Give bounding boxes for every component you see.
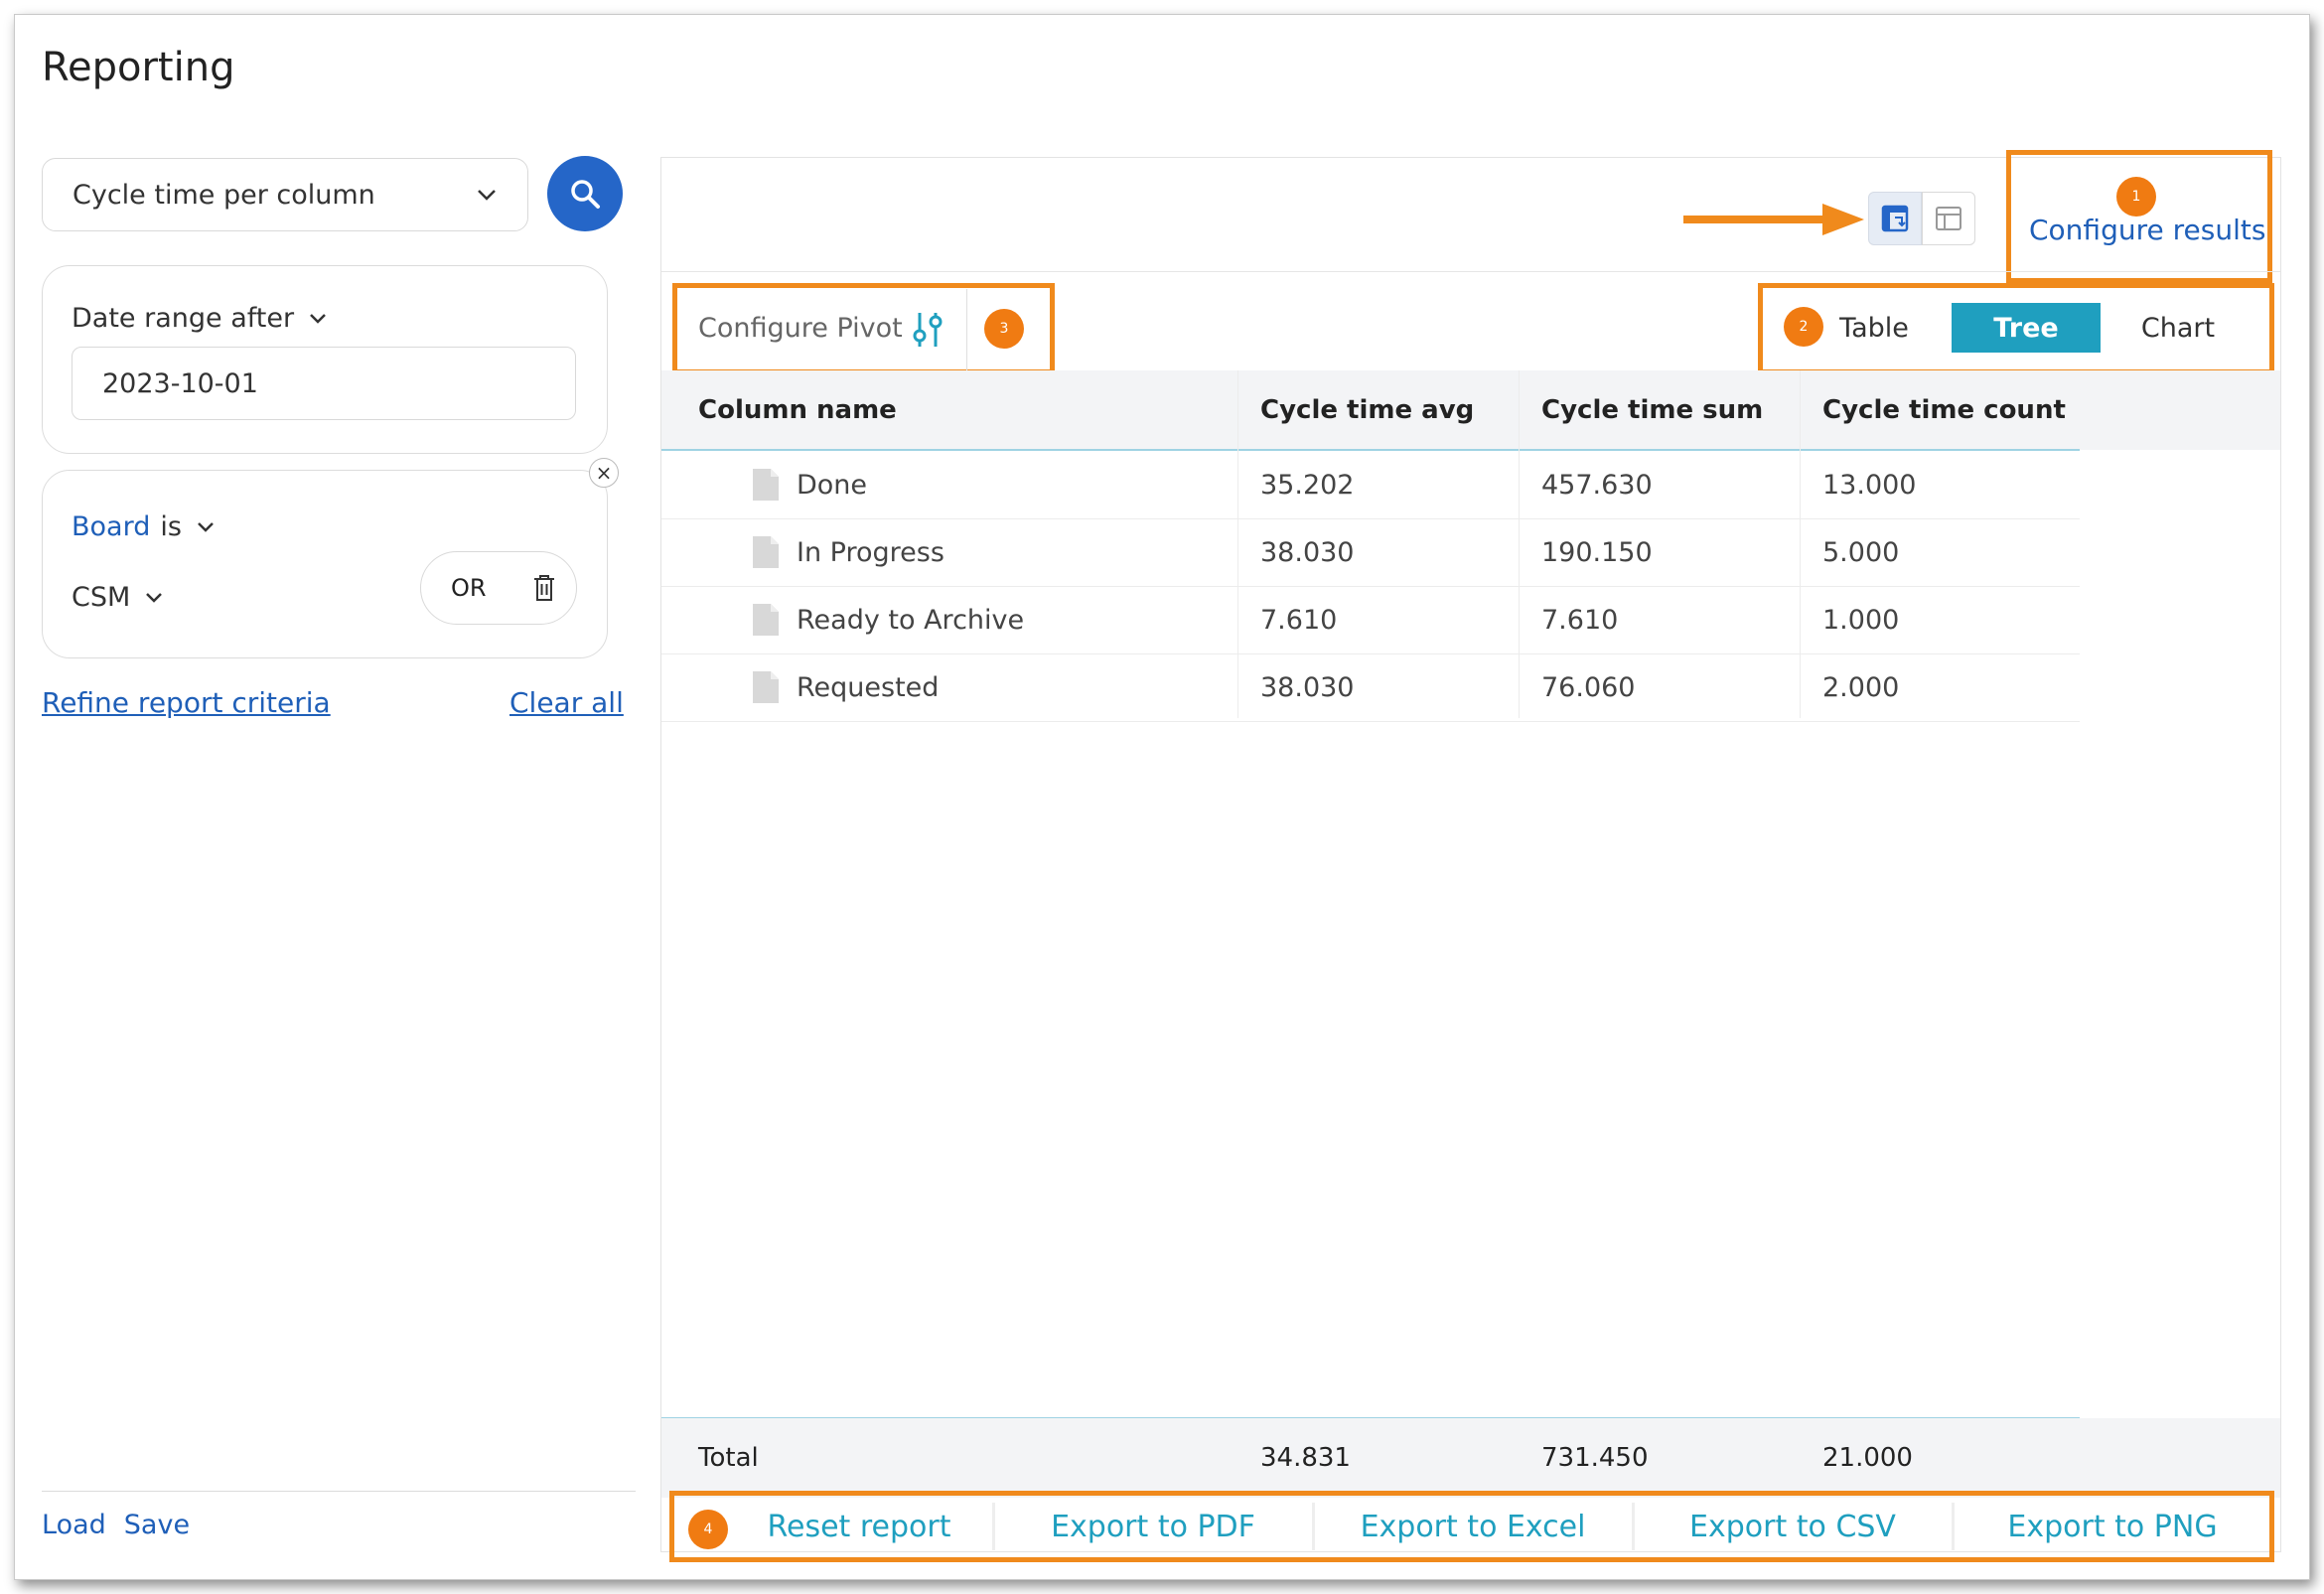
chevron-down-icon [146, 592, 163, 603]
date-input[interactable]: 2023-10-01 [72, 347, 576, 420]
date-filter-label: Date range after [72, 303, 295, 334]
chevron-down-icon [310, 313, 326, 324]
remove-filter-button[interactable]: × [589, 458, 619, 488]
row-avg: 7.610 [1260, 604, 1338, 636]
chevron-down-icon [198, 521, 214, 532]
row-sum: 190.150 [1541, 536, 1653, 568]
row-avg: 35.202 [1260, 469, 1355, 501]
row-name: Done [797, 469, 868, 501]
pivot-divider [966, 289, 967, 370]
load-save-links: Load Save [42, 1510, 190, 1540]
file-icon [753, 536, 779, 568]
table-view-toggle[interactable] [1922, 192, 1975, 245]
action-separator [1312, 1503, 1315, 1550]
export-csv-button[interactable]: Export to CSV [1638, 1496, 1948, 1557]
table-row[interactable]: In Progress 38.030 190.150 5.000 [661, 518, 2080, 587]
mode-chart[interactable]: Chart [2128, 303, 2228, 353]
row-avg: 38.030 [1260, 671, 1355, 703]
table-row[interactable]: Ready to Archive 7.610 7.610 1.000 [661, 586, 2080, 654]
export-pdf-button[interactable]: Export to PDF [998, 1496, 1308, 1557]
trash-icon[interactable] [532, 574, 556, 602]
row-count: 13.000 [1822, 469, 1917, 501]
save-link[interactable]: Save [124, 1510, 190, 1540]
clear-all-link[interactable]: Clear all [509, 686, 624, 719]
total-row [661, 1418, 2280, 1498]
callout-badge: 3 [984, 309, 1024, 349]
file-icon [753, 469, 779, 501]
total-sum: 731.450 [1541, 1443, 1649, 1473]
mode-table[interactable]: Table [1824, 303, 1924, 353]
callout-badge: 4 [688, 1510, 728, 1549]
row-name: Ready to Archive [797, 604, 1025, 636]
row-sum: 76.060 [1541, 671, 1636, 703]
load-link[interactable]: Load [42, 1510, 106, 1540]
date-input-value: 2023-10-01 [102, 367, 258, 399]
configure-results-link[interactable]: Configure results [2029, 214, 2265, 246]
callout-badge: 2 [1784, 307, 1823, 347]
total-count: 21.000 [1822, 1443, 1913, 1473]
row-count: 2.000 [1822, 671, 1900, 703]
file-icon [753, 604, 779, 636]
table-row[interactable]: Done 35.202 457.630 13.000 [661, 451, 2080, 519]
file-icon [753, 671, 779, 703]
configure-pivot-button[interactable]: Configure Pivot [698, 313, 903, 344]
board-filter-label-row[interactable]: Board is [72, 511, 216, 542]
board-filter-operator: is [160, 511, 182, 542]
search-button[interactable] [547, 156, 623, 231]
search-icon [571, 180, 600, 209]
total-avg: 34.831 [1260, 1443, 1351, 1473]
report-type-select[interactable]: Cycle time per column [42, 158, 528, 231]
column-header-avg[interactable]: Cycle time avg [1260, 370, 1474, 450]
pivot-view-toggle[interactable] [1868, 192, 1922, 245]
mode-tree[interactable]: Tree [1952, 303, 2101, 353]
row-sum: 7.610 [1541, 604, 1619, 636]
export-excel-button[interactable]: Export to Excel [1318, 1496, 1628, 1557]
action-separator [1952, 1503, 1955, 1550]
row-name: In Progress [797, 536, 944, 568]
date-filter-label-row[interactable]: Date range after [72, 303, 328, 334]
callout-badge: 1 [2116, 177, 2156, 217]
column-header-sum[interactable]: Cycle time sum [1541, 370, 1763, 450]
arrow-right-icon [1683, 204, 1864, 235]
sidebar-divider [42, 1491, 636, 1492]
table-icon [1936, 207, 1961, 230]
column-header-name[interactable]: Column name [698, 370, 897, 450]
reporting-window: Reporting Cycle time per column Date ran… [14, 14, 2310, 1580]
board-value-select[interactable]: CSM [72, 582, 164, 613]
refine-criteria-link[interactable]: Refine report criteria [42, 686, 331, 719]
row-name: Requested [797, 671, 940, 703]
sliders-icon[interactable] [911, 311, 944, 349]
action-separator [992, 1503, 995, 1550]
row-count: 1.000 [1822, 604, 1900, 636]
reset-report-button[interactable]: Reset report [740, 1496, 978, 1557]
action-separator [1632, 1503, 1635, 1550]
page-title: Reporting [42, 45, 235, 90]
total-label: Total [698, 1443, 759, 1473]
export-png-button[interactable]: Export to PNG [1958, 1496, 2267, 1557]
or-button[interactable]: OR [451, 574, 487, 602]
report-type-value: Cycle time per column [73, 179, 375, 211]
board-value: CSM [72, 582, 131, 613]
column-header-count[interactable]: Cycle time count [1822, 370, 2066, 450]
pivot-table-icon [1881, 205, 1909, 232]
toolbar-divider [661, 271, 2280, 272]
or-condition-pill[interactable]: OR [420, 551, 577, 625]
board-filter-field: Board [72, 511, 151, 542]
row-sum: 457.630 [1541, 469, 1653, 501]
chevron-down-icon [478, 190, 496, 201]
row-count: 5.000 [1822, 536, 1900, 568]
table-row[interactable]: Requested 38.030 76.060 2.000 [661, 653, 2080, 722]
row-avg: 38.030 [1260, 536, 1355, 568]
